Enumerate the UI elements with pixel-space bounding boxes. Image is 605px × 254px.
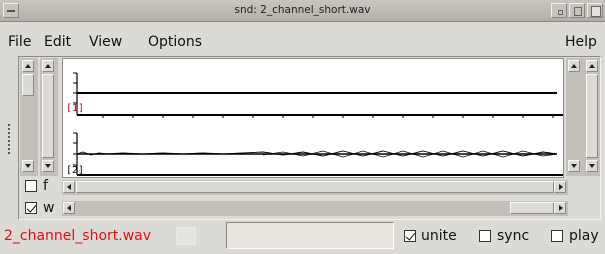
y-zoom-slider[interactable] — [8, 58, 38, 176]
x-zoom-slider[interactable] — [62, 201, 568, 216]
play-checkbox[interactable] — [551, 230, 563, 242]
x-zoom-thumb[interactable] — [510, 202, 554, 214]
play-checkbox-label: play — [569, 228, 599, 244]
menu-help[interactable]: Help — [565, 34, 597, 50]
y-zoom-thumb[interactable] — [22, 74, 34, 96]
unite-checkbox[interactable] — [404, 230, 416, 242]
menu-options[interactable]: Options — [148, 34, 202, 50]
right-position-thumb[interactable] — [586, 74, 598, 158]
right-zoom-down-arrow-icon[interactable] — [568, 160, 580, 172]
minimize-icon[interactable] — [551, 3, 567, 18]
x-zoom-right-arrow-icon[interactable] — [554, 202, 566, 214]
menu-edit[interactable]: Edit — [44, 34, 71, 50]
channel-1-label: [1] — [66, 103, 84, 114]
status-filename: 2_channel_short.wav — [4, 228, 152, 244]
minibuffer-input[interactable] — [226, 222, 394, 249]
x-position-thumb[interactable] — [76, 181, 554, 193]
waveform-svg: [1] [2] — [66, 72, 563, 176]
channel-2-label: [2] — [66, 165, 84, 176]
x-zoom-left-arrow-icon[interactable] — [63, 202, 75, 214]
pane-grip-icon[interactable] — [8, 124, 10, 154]
window-title: snd: 2_channel_short.wav — [234, 4, 371, 16]
x-position-left-arrow-icon[interactable] — [63, 181, 75, 193]
right-zoom-up-arrow-icon[interactable] — [568, 60, 580, 72]
w-checkbox-label: w — [43, 200, 55, 216]
right-position-up-arrow-icon[interactable] — [586, 60, 598, 72]
f-checkbox[interactable] — [25, 180, 37, 192]
menu-view[interactable]: View — [89, 34, 122, 50]
y-position-thumb[interactable] — [42, 74, 54, 158]
f-checkbox-label: f — [43, 178, 48, 194]
waveform-graph[interactable]: [1] [2] — [62, 58, 564, 178]
status-indicator — [176, 227, 196, 245]
x-position-slider[interactable] — [62, 180, 568, 195]
right-position-scrollbar[interactable] — [584, 58, 600, 176]
right-zoom-scrollbar[interactable] — [566, 58, 584, 176]
sync-checkbox[interactable] — [479, 230, 491, 242]
title-bar[interactable]: snd: 2_channel_short.wav — [0, 0, 605, 22]
close-window-icon[interactable] — [587, 3, 603, 18]
right-position-down-arrow-icon[interactable] — [586, 160, 598, 172]
w-checkbox[interactable] — [25, 202, 37, 214]
x-position-right-arrow-icon[interactable] — [554, 181, 566, 193]
menu-bar: File Edit View Options Help — [0, 22, 605, 50]
y-zoom-up-arrow-icon[interactable] — [22, 60, 34, 72]
unite-checkbox-label: unite — [421, 228, 457, 244]
y-position-down-arrow-icon[interactable] — [42, 160, 54, 172]
y-zoom-down-arrow-icon[interactable] — [22, 160, 34, 172]
y-position-slider[interactable] — [40, 58, 58, 176]
maximize-icon[interactable] — [569, 3, 585, 18]
sync-checkbox-label: sync — [497, 228, 530, 244]
menu-file[interactable]: File — [8, 34, 31, 50]
y-position-up-arrow-icon[interactable] — [42, 60, 54, 72]
